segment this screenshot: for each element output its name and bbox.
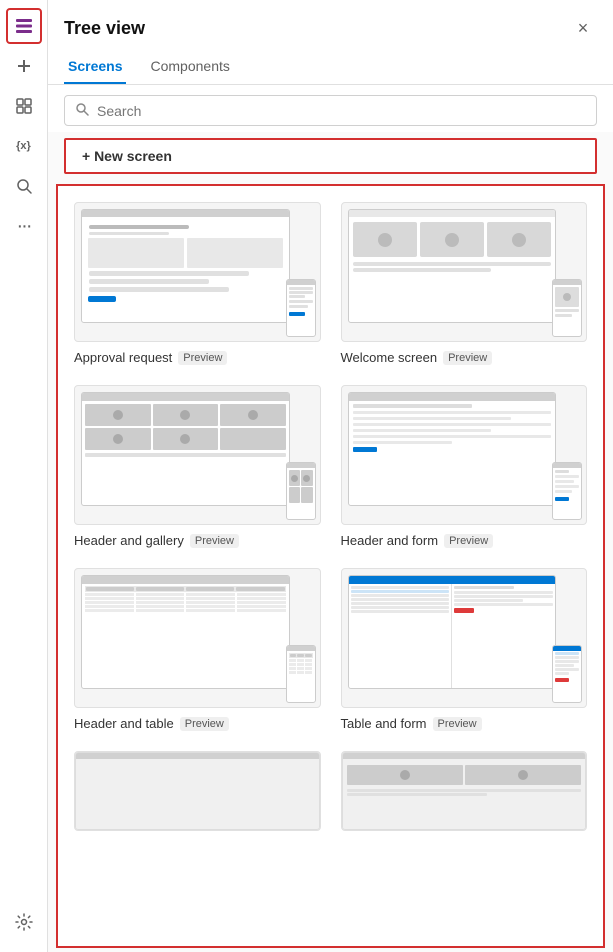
settings-icon[interactable] — [6, 904, 42, 940]
template-name-tableform: Table and form — [341, 716, 427, 731]
search-icon — [75, 102, 89, 119]
template-name: Approval request — [74, 350, 172, 365]
template-welcome-preview — [341, 202, 588, 342]
close-button[interactable]: × — [569, 14, 597, 42]
desktop-mockup — [81, 209, 290, 323]
preview-badge-gallery[interactable]: Preview — [190, 534, 239, 548]
search-container — [48, 85, 613, 132]
template-table-preview — [74, 568, 321, 708]
tab-screens[interactable]: Screens — [64, 50, 126, 84]
template-label-row-gallery: Header and gallery Preview — [74, 533, 239, 548]
template-grid: Approval request Preview — [58, 186, 603, 855]
panel-header: Tree view × — [48, 0, 613, 50]
template-content-area: Approval request Preview — [56, 184, 605, 948]
variables-icon[interactable]: {x} — [6, 128, 42, 164]
template-extra-1-preview — [74, 751, 321, 831]
template-label-row-form: Header and form Preview — [341, 533, 494, 548]
preview-badge-table[interactable]: Preview — [180, 717, 229, 731]
layers-icon[interactable] — [6, 8, 42, 44]
preview-badge-tableform[interactable]: Preview — [433, 717, 482, 731]
desktop-mockup-tableform — [348, 575, 557, 689]
tab-components[interactable]: Components — [146, 50, 233, 84]
desktop-mockup-form — [348, 392, 557, 506]
template-extra-2[interactable] — [341, 751, 588, 839]
template-name-table: Header and table — [74, 716, 174, 731]
grid-icon[interactable] — [6, 88, 42, 124]
template-welcome-screen[interactable]: Welcome screen Preview — [341, 202, 588, 365]
template-label-row: Approval request Preview — [74, 350, 227, 365]
preview-badge-form[interactable]: Preview — [444, 534, 493, 548]
template-tableform-preview — [341, 568, 588, 708]
mobile-mockup-table — [286, 645, 316, 703]
new-screen-button[interactable]: + New screen — [64, 138, 597, 174]
template-extra-1[interactable] — [74, 751, 321, 839]
main-panel: Tree view × Screens Components + New scr… — [48, 0, 613, 952]
template-header-gallery[interactable]: Header and gallery Preview — [74, 385, 321, 548]
mobile-mockup-form — [552, 462, 582, 520]
panel-title: Tree view — [64, 18, 145, 39]
tabs-bar: Screens Components — [48, 50, 613, 85]
preview-badge-welcome[interactable]: Preview — [443, 351, 492, 365]
template-label-row-table: Header and table Preview — [74, 716, 229, 731]
template-approval-preview — [74, 202, 321, 342]
preview-badge[interactable]: Preview — [178, 351, 227, 365]
search-input[interactable] — [97, 103, 586, 119]
template-header-table[interactable]: Header and table Preview — [74, 568, 321, 731]
sidebar: {x} ··· — [0, 0, 48, 952]
add-icon[interactable] — [6, 48, 42, 84]
mobile-mockup-welcome — [552, 279, 582, 337]
desktop-mockup-gallery — [81, 392, 290, 506]
template-header-form[interactable]: Header and form Preview — [341, 385, 588, 548]
template-name-form: Header and form — [341, 533, 439, 548]
search-box — [64, 95, 597, 126]
desktop-mockup-table — [81, 575, 290, 689]
mobile-mockup-tableform — [552, 645, 582, 703]
mobile-mockup — [286, 279, 316, 337]
mobile-mockup-gallery — [286, 462, 316, 520]
desktop-mockup-welcome — [348, 209, 557, 323]
template-gallery-preview — [74, 385, 321, 525]
template-label-row-welcome: Welcome screen Preview — [341, 350, 493, 365]
template-extra-2-preview — [341, 751, 588, 831]
template-name-gallery: Header and gallery — [74, 533, 184, 548]
search-sidebar-icon[interactable] — [6, 168, 42, 204]
more-icon[interactable]: ··· — [6, 208, 42, 244]
template-form-preview — [341, 385, 588, 525]
template-approval-request[interactable]: Approval request Preview — [74, 202, 321, 365]
template-name-welcome: Welcome screen — [341, 350, 438, 365]
template-label-row-tableform: Table and form Preview — [341, 716, 482, 731]
template-table-form[interactable]: Table and form Preview — [341, 568, 588, 731]
